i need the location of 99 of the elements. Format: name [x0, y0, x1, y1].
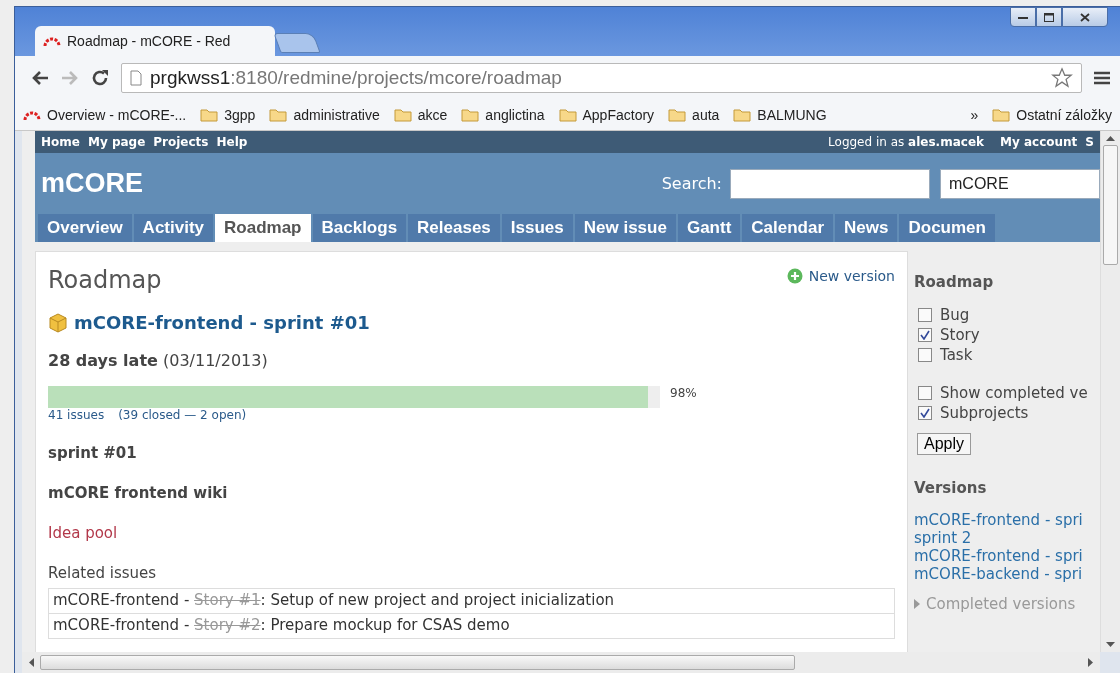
bookmark[interactable]: anglictina	[461, 107, 545, 123]
new-tab-button[interactable]	[273, 33, 321, 53]
bookmark[interactable]: BALMUNG	[733, 107, 827, 123]
menu-tab[interactable]: Roadmap	[215, 214, 311, 242]
checkbox[interactable]	[918, 406, 932, 420]
menu-tab[interactable]: Releases	[408, 214, 500, 242]
checkbox-label: Show completed ve	[940, 384, 1088, 402]
bookmark[interactable]: akce	[393, 107, 448, 123]
sidebar-title: Versions	[914, 479, 988, 497]
bookmark[interactable]: Ostatní záložky	[992, 107, 1112, 123]
bookmark[interactable]: administrative	[269, 107, 380, 123]
top-menu-link[interactable]: Projects	[153, 135, 209, 149]
related-issues-label: Related issues	[48, 564, 158, 582]
logged-in-text: Logged in as ales.macek	[828, 135, 984, 149]
version-link[interactable]: mCORE-frontend - sprint #01	[48, 312, 895, 333]
bookmark[interactable]: Overview - mCORE-...	[23, 107, 187, 123]
scrollbar-thumb[interactable]	[40, 655, 795, 670]
arch-icon	[23, 109, 41, 121]
wiki-link[interactable]: Idea pool	[48, 524, 895, 542]
sidebar-title: Roadmap	[914, 273, 995, 291]
scroll-left-icon[interactable]	[28, 658, 34, 667]
maximize-icon	[1044, 12, 1054, 22]
search-field[interactable]	[730, 168, 930, 199]
menu-tab[interactable]: Activity	[133, 214, 214, 242]
version-link[interactable]: mCORE-backend - spri	[914, 565, 1100, 583]
close-icon	[1080, 12, 1090, 22]
issue-subject: : Setup of new project and project inicialization	[260, 591, 615, 609]
page-icon	[130, 70, 142, 86]
folder-icon	[992, 108, 1011, 122]
menu-tab[interactable]: News	[835, 214, 898, 242]
triangle-icon	[914, 599, 920, 609]
menu-tab[interactable]: Overview	[38, 214, 132, 242]
checkbox-label: Bug	[940, 306, 970, 324]
version-link[interactable]: mCORE-frontend - spri	[914, 511, 1100, 529]
checkbox[interactable]	[918, 348, 932, 362]
plus-icon	[786, 268, 803, 284]
close-button[interactable]	[1062, 7, 1108, 27]
new-version-link[interactable]: New version	[786, 268, 895, 284]
package-icon	[48, 312, 68, 333]
closed-open-link[interactable]: (39 closed — 2 open)	[118, 408, 247, 422]
menu-tab[interactable]: Backlogs	[312, 214, 407, 242]
scrollbar-thumb[interactable]	[1103, 145, 1118, 265]
folder-icon	[200, 108, 219, 122]
folder-icon	[393, 108, 412, 122]
scroll-right-icon[interactable]	[1088, 658, 1094, 667]
menu-tab[interactable]: Issues	[501, 214, 573, 242]
issues-link[interactable]: 41 issues	[48, 408, 105, 422]
version-link[interactable]: mCORE-frontend - spri	[914, 547, 1100, 565]
percent-text: 98%	[670, 386, 697, 400]
project-text: mCORE-frontend -	[53, 591, 191, 609]
checkbox[interactable]	[918, 328, 932, 342]
menu-tab[interactable]: Gantt	[677, 214, 741, 242]
menu-tab[interactable]: Calendar	[742, 214, 834, 242]
top-menu-link[interactable]: Help	[216, 135, 248, 149]
scroll-up-icon[interactable]	[1106, 135, 1115, 141]
menu-tab[interactable]: New issue	[574, 214, 676, 242]
folder-icon	[558, 108, 577, 122]
project-select[interactable]: mCORE	[940, 168, 1100, 199]
checkbox[interactable]	[918, 308, 932, 322]
bookmark[interactable]: auta	[668, 107, 720, 123]
minimize-button[interactable]	[1010, 7, 1036, 27]
folder-icon	[733, 108, 752, 122]
scroll-down-icon[interactable]	[1106, 642, 1115, 648]
checkbox[interactable]	[918, 386, 932, 400]
search-label: Search:	[661, 174, 722, 193]
project-text: mCORE-frontend -	[53, 616, 191, 634]
wiki-title: mCORE frontend wiki	[48, 484, 229, 502]
apply-button[interactable]: Apply	[917, 433, 972, 455]
checkbox-label: Task	[940, 346, 973, 364]
horizontal-scrollbar[interactable]	[22, 652, 1100, 673]
top-menu-link[interactable]: My page	[87, 135, 146, 149]
checkbox-label: Story	[940, 326, 980, 344]
version-link[interactable]: sprint 2	[914, 529, 1100, 547]
top-menu-link[interactable]: Home	[41, 135, 80, 149]
browser-tab[interactable]: Roadmap - mCORE - Red	[35, 26, 275, 56]
folder-icon	[668, 108, 687, 122]
issue-subject: : Prepare mockup for CSAS demo	[260, 616, 510, 634]
menu-tab[interactable]: Documen	[899, 214, 995, 242]
menu-icon[interactable]	[1094, 71, 1110, 85]
checkbox-label: Subprojects	[940, 404, 1029, 422]
more-bookmarks[interactable]: »	[970, 107, 979, 123]
version-description: sprint #01	[48, 444, 138, 462]
page-title: Roadmap	[48, 266, 162, 294]
due-date-text: 28 days late (03/11/2013)	[48, 351, 269, 370]
folder-icon	[461, 108, 480, 122]
project-title: mCORE	[41, 168, 143, 199]
reload-icon[interactable]	[91, 69, 109, 87]
maximize-button[interactable]	[1036, 7, 1062, 27]
back-icon[interactable]	[31, 70, 49, 86]
vertical-scrollbar[interactable]	[1100, 131, 1120, 652]
arch-icon	[43, 35, 61, 47]
bookmark[interactable]: AppFactory	[558, 107, 655, 123]
minimize-icon	[1018, 15, 1028, 19]
bookmark[interactable]: 3gpp	[200, 107, 256, 123]
top-menu-link[interactable]: S	[1085, 135, 1094, 149]
top-menu-link[interactable]: My account	[1000, 135, 1078, 149]
folder-icon	[269, 108, 288, 122]
star-icon[interactable]	[1051, 67, 1073, 89]
address-bar[interactable]: prgkwss1:8180/redmine/projects/mcore/roadmap	[121, 63, 1082, 93]
